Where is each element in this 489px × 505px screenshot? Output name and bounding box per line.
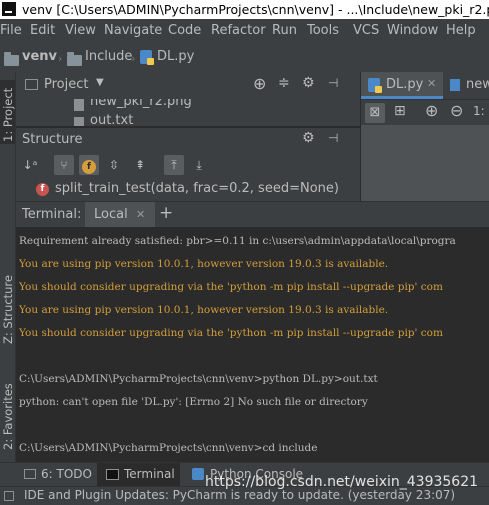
text-file-icon — [74, 117, 84, 126]
python-file-icon — [368, 78, 382, 93]
status-toggle-icon[interactable] — [4, 491, 14, 501]
terminal-line: You are using pip version 10.0.1, howeve… — [19, 258, 389, 270]
chevron-down-icon[interactable]: ▼ — [96, 77, 104, 88]
tool-tab-favorites[interactable]: 2: Favorites — [0, 370, 15, 450]
status-message[interactable]: IDE and Plugin Updates: PyCharm is ready… — [24, 488, 455, 502]
expand-all-icon[interactable]: ⇳ — [104, 155, 124, 175]
breadcrumb-venv[interactable]: venv — [22, 49, 57, 64]
close-icon[interactable]: ✕ — [136, 208, 145, 221]
menu-tools[interactable]: Tools — [307, 23, 339, 38]
tool-tab-favorites-label: 2: Favorites — [1, 383, 15, 450]
menu-window[interactable]: Window — [387, 23, 438, 38]
hide-panel-icon[interactable]: ⊣ — [328, 76, 338, 90]
tree-item-out-txt[interactable]: out.txt — [90, 113, 133, 126]
autoscroll-from-source-icon[interactable]: ⤓ — [189, 155, 209, 175]
autoscroll-to-source-icon[interactable]: ⤒ — [164, 155, 184, 175]
gear-icon[interactable]: ⚙ — [302, 130, 315, 146]
image-file-icon — [450, 79, 460, 91]
breadcrumb-dl-py[interactable]: DL.py — [157, 49, 194, 64]
terminal-tab-label: Local — [94, 207, 128, 222]
terminal-line: C:\Users\ADMIN\PycharmProjects\cnn\venv>… — [19, 373, 378, 385]
grid-icon[interactable]: ⊞ — [394, 103, 406, 119]
python-file-icon — [140, 50, 154, 65]
tool-tab-project[interactable]: 1: Project — [0, 80, 15, 144]
gear-icon[interactable]: ⚙ — [302, 75, 315, 91]
tool-tab-structure[interactable]: Z: Structure — [0, 268, 15, 344]
collapse-all-icon[interactable]: ≑ — [278, 75, 290, 91]
tool-tab-terminal-label: Terminal — [124, 467, 175, 481]
terminal-line: Requirement already satisfied: pbr>=0.11… — [19, 235, 456, 247]
terminal-line: python: can't open file 'DL.py': [Errno … — [19, 396, 368, 408]
project-tree: new_pki_r2.png out.txt — [16, 99, 360, 126]
locate-target-icon[interactable]: ⊕ — [253, 74, 266, 93]
tree-item-new-pki-r2[interactable]: new_pki_r2.png — [90, 99, 192, 109]
terminal-label: Terminal: — [22, 207, 82, 222]
breadcrumb-include[interactable]: Include — [85, 49, 132, 64]
menu-code[interactable]: Code — [168, 23, 201, 38]
menu-help[interactable]: Help — [446, 23, 476, 38]
editor-tab-dl-py[interactable]: DL.py ✕ — [361, 72, 443, 99]
editor-tab-label: new — [466, 77, 489, 92]
structure-item-split-train-test[interactable]: split_train_test(data, frac=0.2, seed=No… — [55, 181, 339, 196]
image-editor-toolbar: ⊠ ⊞ ⊕ ⊖ 1: — [361, 99, 489, 126]
structure-panel-header: Structure ⚙ ⊣ — [16, 127, 360, 152]
menu-navigate[interactable]: Navigate — [104, 23, 162, 38]
tool-tab-todo[interactable]: 6: TODO — [17, 463, 93, 487]
terminal-icon — [106, 469, 119, 480]
folder-icon — [4, 52, 19, 66]
menu-refactor[interactable]: Refactor — [211, 23, 266, 38]
terminal-line: You are using pip version 10.0.1, howeve… — [19, 304, 389, 316]
pycharm-logo-icon — [2, 2, 16, 16]
window-title: venv [C:\Users\ADMIN\PycharmProjects\cnn… — [22, 2, 489, 17]
structure-tree: f split_train_test(data, frac=0.2, seed=… — [16, 179, 360, 201]
zoom-out-icon[interactable]: ⊖ — [450, 101, 463, 120]
python-console-icon — [192, 468, 204, 480]
project-panel-header: Project ▼ ⊕ ≑ ⚙ ⊣ — [16, 72, 360, 99]
image-editor-canvas[interactable] — [361, 125, 489, 201]
zoom-in-icon[interactable]: ⊕ — [425, 101, 438, 120]
window-title-bar: venv [C:\Users\ADMIN\PycharmProjects\cnn… — [0, 0, 489, 19]
function-icon: f — [36, 183, 49, 196]
menu-run[interactable]: Run — [272, 23, 297, 38]
sort-alpha-icon[interactable]: ↓ᵃ — [20, 155, 40, 175]
folder-icon — [67, 52, 82, 66]
close-icon[interactable]: ✕ — [427, 77, 436, 90]
terminal-line: You should consider upgrading via the 'p… — [19, 281, 443, 293]
actual-size-button[interactable]: 1: — [473, 104, 485, 118]
editor-tab-label: DL.py — [386, 77, 424, 92]
terminal-output[interactable]: Requirement already satisfied: pbr>=0.11… — [16, 227, 489, 462]
chevron-right-icon: › — [58, 52, 63, 65]
collapse-all-icon[interactable]: ⇞ — [130, 155, 150, 175]
terminal-header: Terminal: Local ✕ + — [16, 201, 489, 228]
menu-edit[interactable]: Edit — [30, 23, 55, 38]
new-terminal-plus-icon[interactable]: + — [159, 203, 173, 223]
show-inherited-icon[interactable]: ⑂ — [54, 155, 74, 175]
structure-panel-title: Structure — [22, 132, 83, 147]
navigation-bar: venv › Include › DL.py — [0, 43, 489, 73]
terminal-tab-local[interactable]: Local ✕ — [85, 202, 155, 228]
menu-bar: File Edit View Navigate Code Refactor Ru… — [0, 19, 489, 43]
tool-tab-project-label: 1: Project — [1, 87, 15, 142]
project-panel-title[interactable]: Project — [44, 77, 88, 92]
transparency-chessboard-icon[interactable]: ⊠ — [365, 103, 385, 123]
project-view-icon — [25, 79, 38, 90]
editor-tab-bar: DL.py ✕ new — [361, 72, 489, 99]
terminal-line: C:\Users\ADMIN\PycharmProjects\cnn\venv>… — [19, 442, 318, 454]
terminal-line: You should consider upgrading via the 'p… — [19, 327, 443, 339]
chevron-right-icon: › — [131, 52, 136, 65]
watermark-text: https://blog.csdn.net/weixin_43935621 — [205, 474, 479, 490]
tool-tab-structure-label: Z: Structure — [1, 275, 15, 344]
menu-vcs[interactable]: VCS — [353, 23, 379, 38]
image-file-icon — [74, 99, 84, 111]
left-tool-strip: 1: Project Z: Structure 2: Favorites — [0, 72, 16, 462]
structure-toolbar: ↓ᵃ ⑂ f ⇳ ⇞ ⤒ ⤓ — [16, 151, 360, 179]
tool-tab-terminal[interactable]: Terminal — [97, 463, 180, 487]
hide-panel-icon[interactable]: ⊣ — [328, 131, 338, 145]
editor-tab-new-pki[interactable]: new — [444, 72, 489, 99]
menu-view[interactable]: View — [65, 23, 96, 38]
show-fields-icon[interactable]: f — [79, 155, 99, 175]
menu-file[interactable]: File — [0, 23, 22, 38]
tool-tab-todo-label: 6: TODO — [41, 467, 92, 481]
todo-list-icon — [24, 469, 36, 479]
